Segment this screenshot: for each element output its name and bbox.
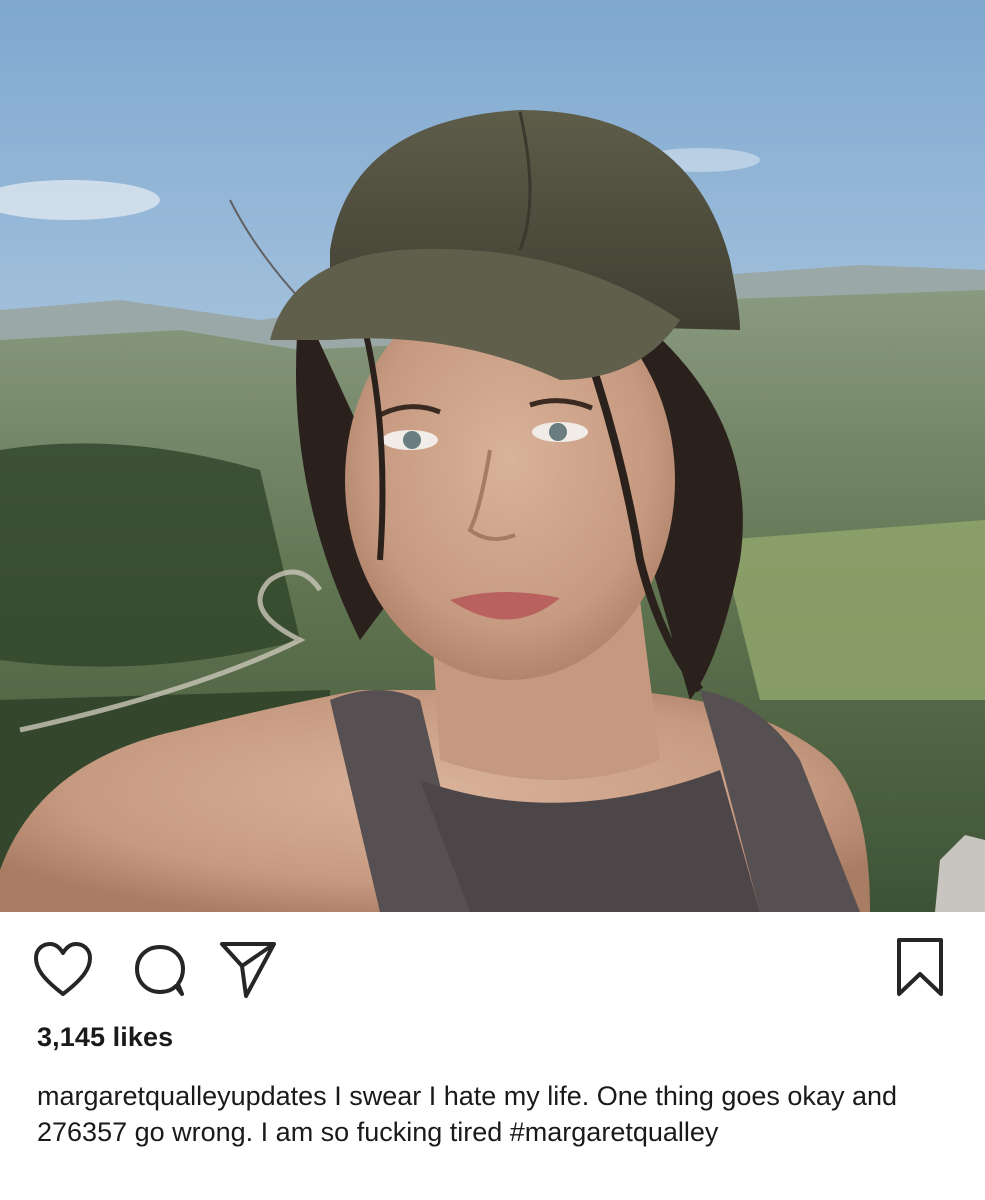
caption-hashtag[interactable]: #margaretqualley	[510, 1117, 719, 1147]
instagram-post: 3,145 likes margaretqualleyupdates I swe…	[0, 0, 985, 1200]
post-caption: margaretqualleyupdates I swear I hate my…	[37, 1078, 937, 1150]
heart-icon[interactable]	[32, 940, 94, 998]
bookmark-icon[interactable]	[893, 936, 947, 998]
post-photo[interactable]	[0, 0, 985, 912]
likes-count[interactable]: 3,145 likes	[37, 1022, 173, 1053]
paper-plane-icon[interactable]	[218, 938, 278, 1000]
action-bar	[0, 912, 985, 1018]
caption-username[interactable]: margaretqualleyupdates	[37, 1081, 327, 1111]
comment-bubble-icon[interactable]	[132, 942, 188, 998]
